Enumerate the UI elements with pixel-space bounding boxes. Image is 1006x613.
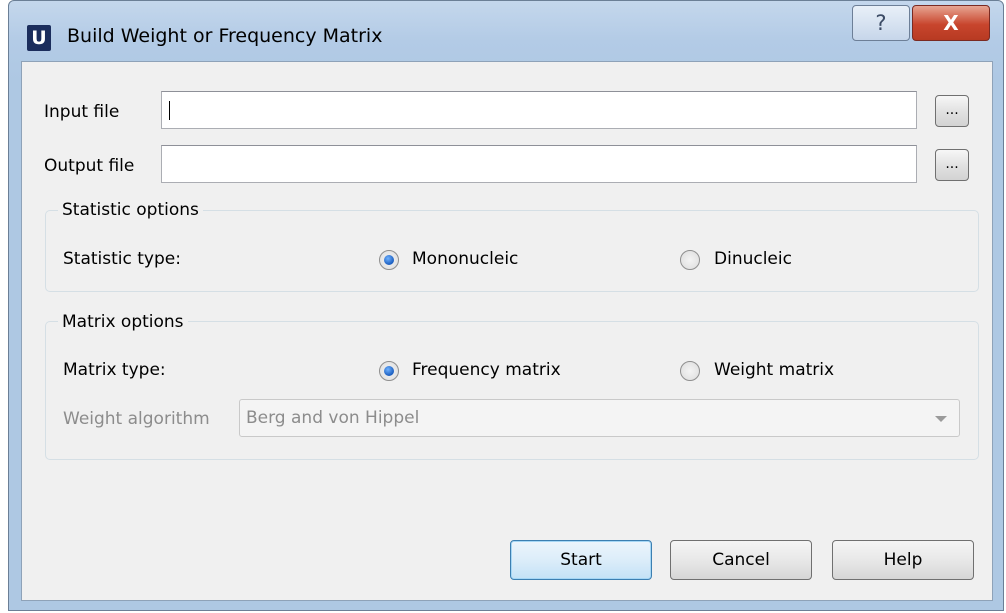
statistic-options-title: Statistic options (58, 200, 203, 220)
close-button[interactable]: X (912, 5, 990, 41)
frequency-matrix-radio[interactable] (379, 361, 399, 381)
output-file-field[interactable] (161, 145, 917, 183)
weight-matrix-radio[interactable] (680, 361, 700, 381)
text-caret (169, 101, 170, 120)
matrix-options-group (45, 321, 979, 460)
mononucleic-label[interactable]: Mononucleic (412, 249, 518, 269)
title-bar[interactable]: U Build Weight or Frequency Matrix ? X (9, 1, 1003, 59)
weight-algorithm-label: Weight algorithm (63, 409, 210, 429)
dinucleic-label[interactable]: Dinucleic (714, 249, 792, 269)
help-button[interactable]: Help (832, 540, 974, 580)
dialog-body: Input file ... Output file ... Statistic… (21, 61, 993, 601)
app-logo-icon: U (27, 25, 51, 51)
dinucleic-radio[interactable] (680, 250, 700, 270)
chevron-down-icon (935, 416, 947, 422)
mononucleic-radio[interactable] (379, 250, 399, 270)
input-file-field[interactable] (161, 91, 917, 129)
input-file-label: Input file (44, 102, 120, 122)
weight-algorithm-select[interactable]: Berg and von Hippel (239, 399, 960, 437)
help-title-button[interactable]: ? (852, 5, 910, 41)
start-button[interactable]: Start (510, 540, 652, 580)
weight-matrix-label[interactable]: Weight matrix (714, 360, 834, 380)
input-browse-button[interactable]: ... (935, 95, 969, 127)
close-icon: X (943, 11, 959, 35)
output-file-label: Output file (44, 156, 135, 176)
window-title: Build Weight or Frequency Matrix (67, 25, 383, 47)
question-mark-icon: ? (875, 11, 887, 35)
cancel-button[interactable]: Cancel (670, 540, 812, 580)
output-browse-button[interactable]: ... (935, 149, 969, 181)
dialog-window: U Build Weight or Frequency Matrix ? X I… (8, 0, 1004, 611)
matrix-type-label: Matrix type: (63, 360, 166, 380)
weight-algorithm-value: Berg and von Hippel (246, 408, 420, 428)
matrix-options-title: Matrix options (58, 312, 188, 332)
frequency-matrix-label[interactable]: Frequency matrix (412, 360, 561, 380)
statistic-type-label: Statistic type: (63, 249, 181, 269)
